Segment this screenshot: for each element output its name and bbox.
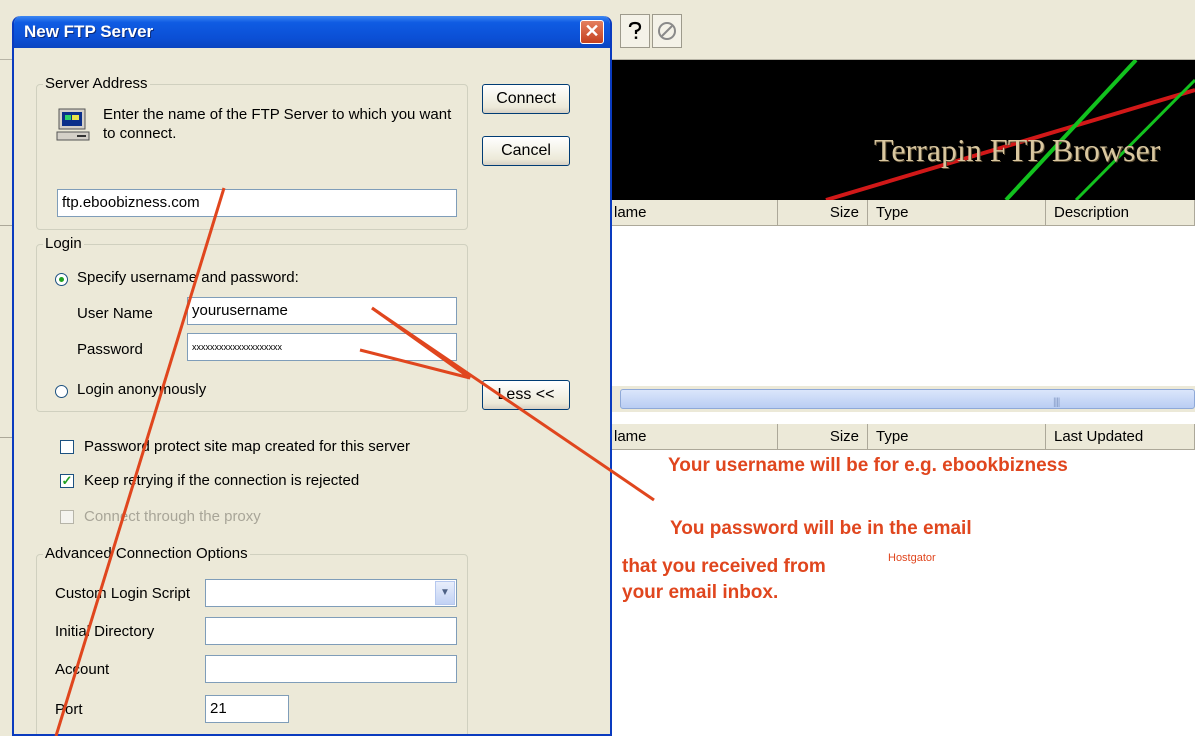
- specify-credentials-radio[interactable]: [55, 273, 68, 286]
- app-banner: Terrapin FTP Browser: [606, 60, 1195, 200]
- less-options-button[interactable]: Less <<: [482, 380, 570, 410]
- stop-icon[interactable]: [652, 14, 682, 48]
- column-size[interactable]: Size: [778, 200, 868, 226]
- username-annotation: Your username will be for e.g. ebookbizn…: [668, 455, 1068, 476]
- received-annotation: that you received from: [622, 556, 826, 577]
- column-size[interactable]: Size: [778, 424, 868, 450]
- account-label: Account: [55, 661, 110, 678]
- custom-login-script-label: Custom Login Script: [55, 585, 191, 602]
- initial-directory-label: Initial Directory: [55, 623, 155, 640]
- column-name[interactable]: lame: [606, 424, 778, 450]
- password-input[interactable]: xxxxxxxxxxxxxxxxxxxx: [187, 333, 457, 361]
- proxy-checkbox: [60, 510, 74, 524]
- server-address-group: Server Address Enter the name of the FTP…: [36, 75, 468, 230]
- dialog-title: New FTP Server: [24, 22, 154, 41]
- account-input[interactable]: [205, 655, 457, 683]
- proxy-label: Connect through the proxy: [84, 508, 261, 525]
- port-label: Port: [55, 701, 83, 718]
- connect-button[interactable]: Connect: [482, 84, 570, 114]
- server-address-label: Server Address: [43, 75, 150, 92]
- computer-icon: [55, 107, 91, 146]
- help-question-icon[interactable]: [620, 14, 650, 48]
- password-annotation: You password will be in the email: [670, 518, 972, 539]
- keep-retrying-checkbox[interactable]: ✓: [60, 474, 74, 488]
- initial-directory-input[interactable]: [205, 617, 457, 645]
- column-description[interactable]: Description: [1046, 200, 1195, 226]
- password-protect-checkbox[interactable]: [60, 440, 74, 454]
- banner-graphic: [825, 60, 1195, 200]
- username-label: User Name: [77, 305, 153, 322]
- new-ftp-server-dialog: New FTP Server ✕ Server Address Enter th…: [12, 16, 612, 736]
- login-anonymously-label[interactable]: Login anonymously: [77, 381, 206, 398]
- password-label: Password: [77, 341, 143, 358]
- banner-title: Terrapin FTP Browser: [874, 132, 1161, 168]
- inbox-annotation: your email inbox.: [622, 582, 779, 603]
- scrollbar-thumb[interactable]: ||||: [620, 389, 1195, 409]
- remote-list-header: lame Size Type Description: [606, 200, 1195, 226]
- custom-login-script-select[interactable]: [205, 579, 457, 607]
- chevron-down-icon[interactable]: ▼: [435, 581, 455, 605]
- advanced-options-group: Advanced Connection Options Custom Login…: [36, 545, 468, 734]
- close-icon[interactable]: ✕: [580, 20, 604, 44]
- column-type[interactable]: Type: [868, 200, 1046, 226]
- advanced-options-label: Advanced Connection Options: [43, 545, 250, 562]
- password-protect-label[interactable]: Password protect site map created for th…: [84, 438, 410, 455]
- local-list-header: lame Size Type Last Updated: [606, 424, 1195, 450]
- server-address-instruction: Enter the name of the FTP Server to whic…: [103, 106, 452, 142]
- keep-retrying-label[interactable]: Keep retrying if the connection is rejec…: [84, 472, 359, 489]
- login-group: Login Specify username and password: Use…: [36, 235, 468, 412]
- column-type[interactable]: Type: [868, 424, 1046, 450]
- server-address-input[interactable]: ftp.eboobizness.com: [57, 189, 457, 217]
- dialog-titlebar[interactable]: New FTP Server ✕: [14, 16, 610, 48]
- specify-credentials-label[interactable]: Specify username and password:: [77, 269, 299, 286]
- cancel-button[interactable]: Cancel: [482, 136, 570, 166]
- login-anonymously-radio[interactable]: [55, 385, 68, 398]
- column-name[interactable]: lame: [606, 200, 778, 226]
- hostgator-label: Hostgator: [888, 552, 936, 564]
- remote-list-scrollbar[interactable]: ||||: [606, 386, 1195, 412]
- port-input[interactable]: 21: [205, 695, 289, 723]
- login-label: Login: [43, 235, 84, 252]
- column-last-updated[interactable]: Last Updated: [1046, 424, 1195, 450]
- username-input[interactable]: yourusername: [187, 297, 457, 325]
